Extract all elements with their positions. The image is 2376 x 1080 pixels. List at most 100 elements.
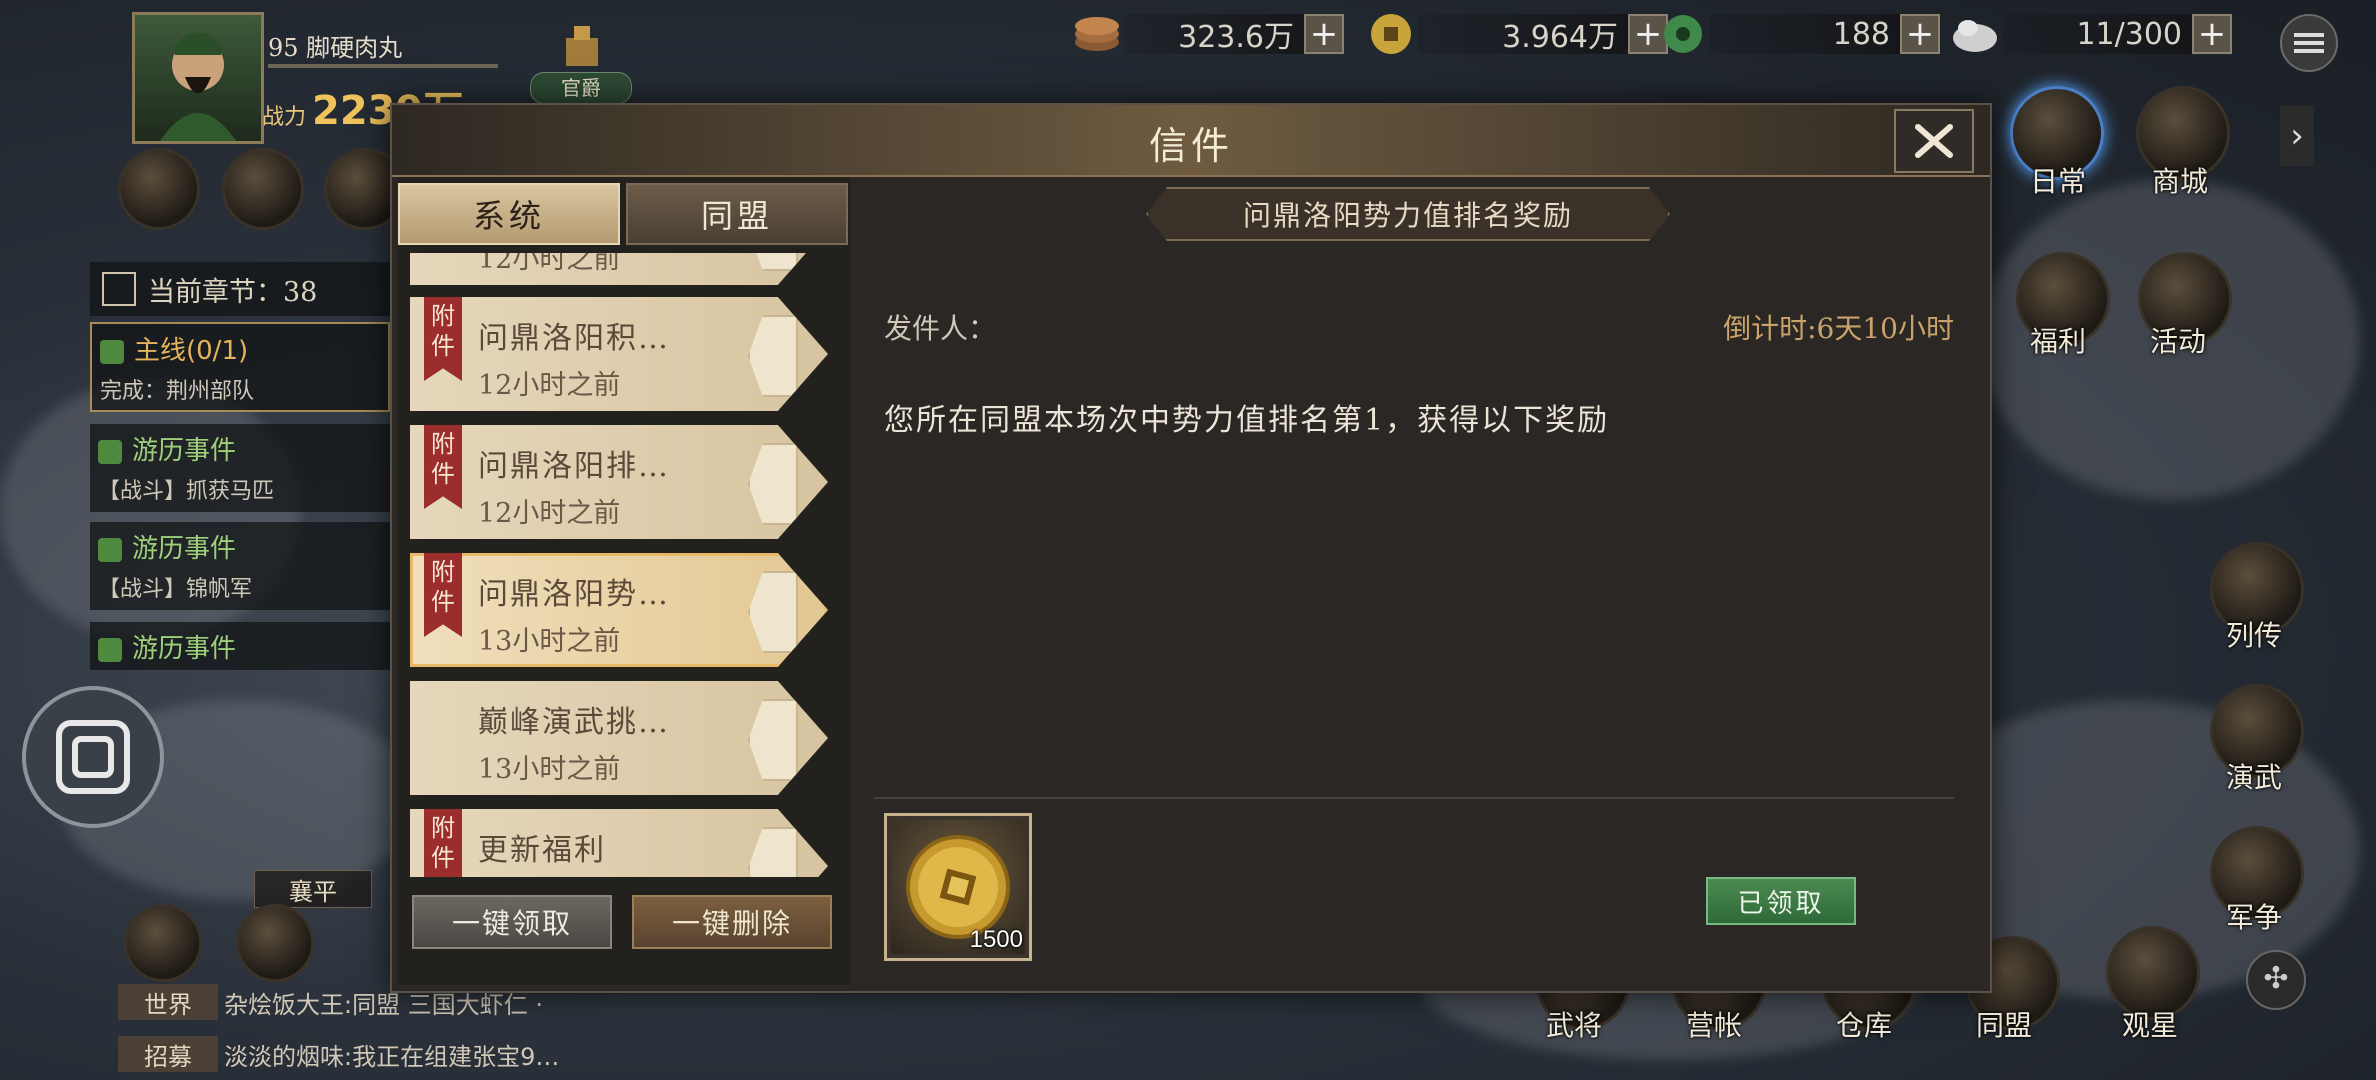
claimed-button[interactable]: 已领取 — [1706, 877, 1856, 925]
city-label[interactable]: 襄平 — [254, 870, 372, 908]
grain-sack-icon — [1948, 12, 2002, 56]
mail-title: 问鼎洛阳积… — [478, 321, 670, 356]
mail-item[interactable]: 附件 更新福利 — [410, 809, 828, 877]
quest-event-2[interactable]: 游历事件 【战斗】锦帆军 — [90, 522, 390, 610]
chat-message: 淡淡的烟味:我正在组建张宝9… — [224, 1042, 560, 1071]
generals-label: 武将 — [1546, 1009, 1603, 1042]
general-portrait-icon — [160, 32, 236, 141]
shop-label: 商城 — [2152, 165, 2209, 198]
quest-icon — [100, 339, 124, 364]
countdown-text: 倒计时:6天10小时 — [1723, 312, 1954, 345]
mail-item[interactable]: 附件 问鼎洛阳排… 12小时之前 — [410, 425, 828, 539]
add-jade-button[interactable]: + — [1900, 14, 1940, 54]
mail-notch — [748, 827, 798, 877]
mail-item[interactable]: 12小时之前 — [410, 253, 828, 285]
tab-alliance[interactable]: 同盟 — [626, 183, 848, 245]
quest-title: 游历事件 — [132, 634, 237, 664]
stargazing-label: 观星 — [2122, 1009, 2179, 1042]
grain-value: 11/300 — [2002, 14, 2192, 54]
daily-label: 日常 — [2030, 165, 2087, 198]
warehouse-label: 仓库 — [1836, 1009, 1893, 1042]
quest-main[interactable]: 主线(0/1) 完成：荆州部队 — [90, 322, 390, 412]
copper-value: 323.6万 — [1124, 14, 1304, 55]
resource-grain: 11/300 + — [1948, 12, 2232, 56]
quest-title: 游历事件 — [132, 534, 237, 564]
jade-value: 188 — [1710, 14, 1900, 54]
mail-subject: 问鼎洛阳势力值排名奖励 — [1146, 187, 1670, 241]
rank-label: 官爵 — [530, 72, 632, 104]
mail-body: 您所在同盟本场次中势力值排名第1，获得以下奖励 — [884, 403, 1610, 438]
mail-title: 更新福利 — [478, 833, 606, 868]
power-label: 战力 — [262, 105, 307, 130]
main-menu-button[interactable] — [2280, 14, 2338, 72]
government-button[interactable] — [222, 148, 304, 230]
mail-notch — [748, 315, 798, 397]
menu-icon — [2294, 33, 2324, 53]
mail-dialog: 信件 系统 同盟 12小时之前 附件 问鼎洛阳积… 12小时之前 附件 问鼎洛阳… — [390, 103, 1992, 993]
expand-arrow[interactable]: › — [2280, 106, 2314, 166]
mail-item-selected[interactable]: 附件 问鼎洛阳势… 13小时之前 — [410, 553, 828, 667]
chat-channel-recruit: 招募 — [118, 1036, 218, 1072]
biography-label: 列传 — [2226, 619, 2283, 652]
jade-icon — [1656, 12, 1710, 56]
resource-copper: 323.6万 + — [1070, 12, 1344, 56]
add-copper-button[interactable]: + — [1304, 14, 1344, 54]
chapter-bar[interactable]: 当前章节：38 — [90, 262, 390, 316]
city-name: 襄平 — [289, 877, 337, 906]
chat-channel-world: 世界 — [118, 984, 218, 1020]
chat-recruit[interactable]: 招募 淡淡的烟味:我正在组建张宝9… — [118, 1036, 559, 1072]
sender-label: 发件人： — [884, 312, 997, 345]
mail-time: 13小时之前 — [478, 754, 621, 785]
claim-all-button[interactable]: 一键领取 — [412, 895, 612, 949]
mail-list-pane: 系统 同盟 12小时之前 附件 问鼎洛阳积… 12小时之前 附件 问鼎洛阳排… … — [398, 177, 850, 985]
mail-detail-pane: 问鼎洛阳势力值排名奖励 发件人： 倒计时:6天10小时 您所在同盟本场次中势力值… — [866, 177, 1984, 985]
military-label: 军争 — [2226, 901, 2283, 934]
rank-badge[interactable]: 官爵 — [530, 22, 636, 104]
resource-jade: 188 + — [1656, 12, 1940, 56]
welfare-label: 福利 — [2030, 325, 2087, 358]
player-avatar[interactable] — [132, 12, 264, 144]
martial-label: 演武 — [2226, 761, 2283, 794]
quest-title: 游历事件 — [132, 436, 237, 466]
quest-detail: 【战斗】抓获马匹 — [98, 479, 275, 504]
mail-notch — [748, 253, 798, 271]
close-icon — [1915, 124, 1953, 158]
quest-icon — [98, 637, 122, 662]
reward-item[interactable]: 1500 — [884, 813, 1032, 961]
quest-icon — [98, 537, 122, 562]
mail-notch — [748, 571, 798, 653]
quest-icon — [98, 439, 122, 464]
mail-time: 12小时之前 — [478, 253, 621, 275]
gold-coin-icon — [1364, 12, 1418, 56]
mail-time: 13小时之前 — [478, 626, 621, 657]
friends-button[interactable] — [236, 904, 314, 982]
delete-all-button[interactable]: 一键删除 — [632, 895, 832, 949]
player-exp-bar — [268, 64, 498, 68]
mail-title: 问鼎洛阳势… — [478, 577, 670, 612]
quest-event-3[interactable]: 游历事件 — [90, 622, 390, 670]
chapter-icon — [102, 272, 136, 306]
chapter-label: 当前章节：38 — [148, 276, 318, 308]
attachment-tag: 附件 — [424, 297, 462, 381]
tab-system[interactable]: 系统 — [398, 183, 620, 245]
add-grain-button[interactable]: + — [2192, 14, 2232, 54]
alliance-label: 同盟 — [1976, 1009, 2033, 1042]
attachment-tag: 附件 — [424, 553, 462, 637]
mail-time: 12小时之前 — [478, 498, 621, 529]
city-button[interactable] — [118, 148, 200, 230]
dialog-title: 信件 — [1148, 124, 1233, 168]
compass-button[interactable]: ✣ — [2246, 950, 2306, 1010]
mail-button[interactable] — [124, 904, 202, 982]
maze-icon — [56, 720, 130, 794]
resource-gold: 3.964万 + — [1364, 12, 1668, 56]
strategy-button[interactable] — [22, 686, 164, 828]
mail-item[interactable]: 巅峰演武挑… 13小时之前 — [410, 681, 828, 795]
quest-event-1[interactable]: 游历事件 【战斗】抓获马匹 — [90, 424, 390, 512]
close-button[interactable] — [1894, 109, 1974, 173]
mail-item[interactable]: 附件 问鼎洛阳积… 12小时之前 — [410, 297, 828, 411]
player-name: 95 脚硬肉丸 — [268, 34, 403, 62]
attachment-tag: 附件 — [424, 425, 462, 509]
mail-list[interactable]: 12小时之前 附件 问鼎洛阳积… 12小时之前 附件 问鼎洛阳排… 12小时之前… — [410, 253, 850, 877]
mail-notch — [748, 699, 798, 781]
mail-notch — [748, 443, 798, 525]
